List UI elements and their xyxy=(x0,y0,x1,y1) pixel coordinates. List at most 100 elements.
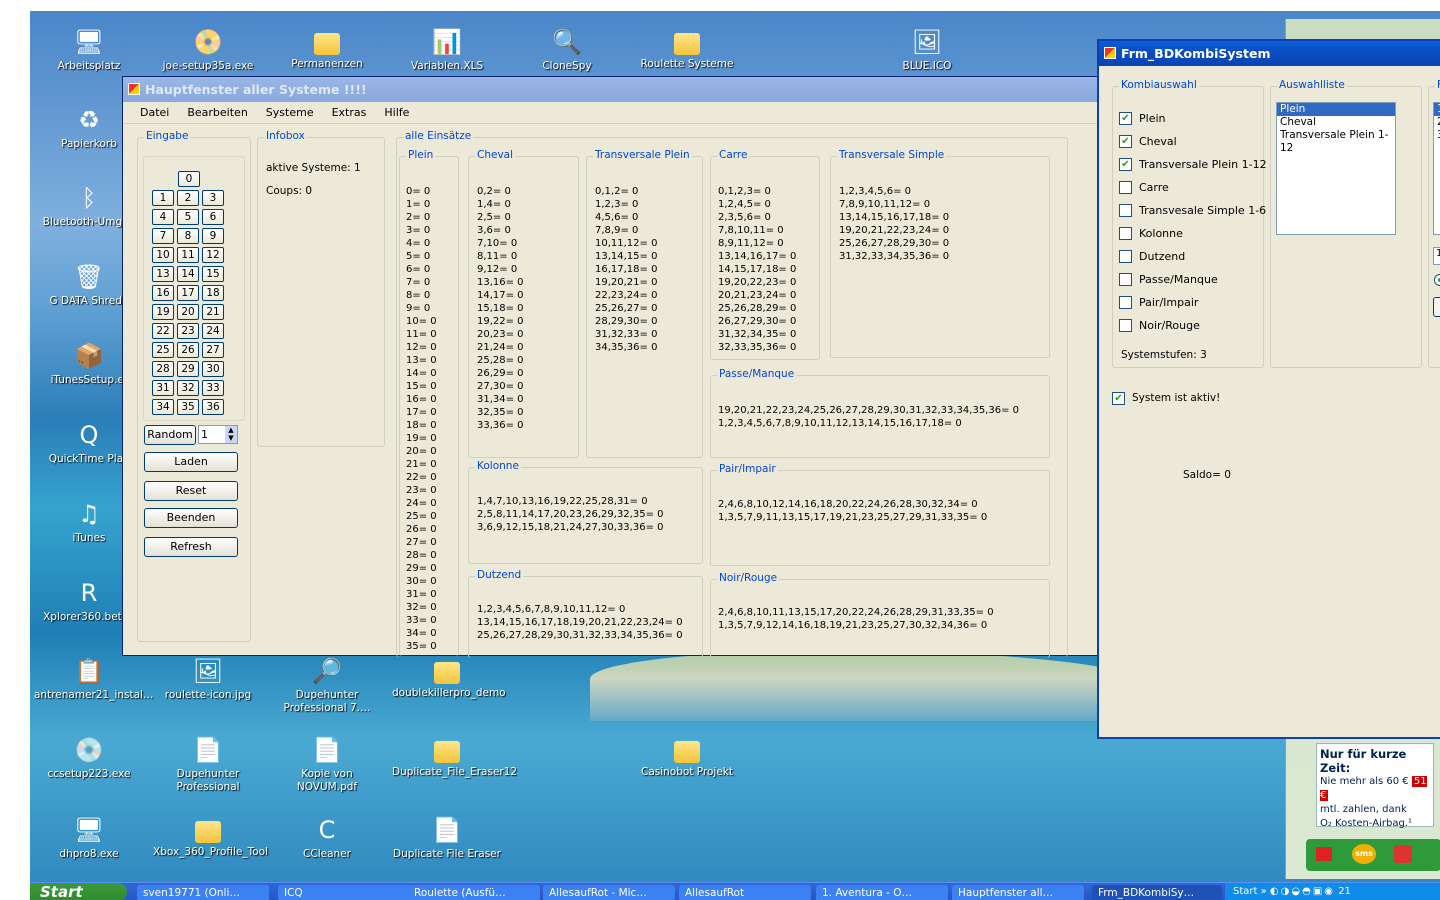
number-button-14[interactable]: 14 xyxy=(177,266,199,282)
spinner-arrows-icon[interactable]: ▲ ▼ xyxy=(225,426,237,443)
kombi-checkbox-carre[interactable]: Carre xyxy=(1119,179,1169,195)
taskbar-button[interactable]: Roulette (Ausfü… xyxy=(408,885,540,900)
menu-item-hilfe[interactable]: Hilfe xyxy=(375,106,418,119)
menu-item-extras[interactable]: Extras xyxy=(323,106,376,119)
desktop-icon[interactable]: 📄 Dupehunter Professional xyxy=(153,735,263,794)
kombi-checkbox-noir-rouge[interactable]: Noir/Rouge xyxy=(1119,317,1200,333)
auswahl-item[interactable]: Transversale Plein 1-12 xyxy=(1277,129,1395,155)
number-button-20[interactable]: 20 xyxy=(177,304,199,320)
taskbar-button[interactable]: 1. Aventura - O… xyxy=(816,885,948,900)
auswahl-item[interactable]: Cheval xyxy=(1277,116,1395,129)
taskbar-button[interactable]: AllesaufRot xyxy=(679,885,811,900)
number-button-28[interactable]: 28 xyxy=(152,361,174,377)
desktop-icon[interactable]: doublekillerpro_demo xyxy=(392,656,506,700)
desktop-icon[interactable]: 🖼 roulette-icon.jpg xyxy=(153,656,263,702)
kombi-checkbox-dutzend[interactable]: Dutzend xyxy=(1119,248,1185,264)
number-button-32[interactable]: 32 xyxy=(177,380,199,396)
kombi-checkbox-passe-manque[interactable]: Passe/Manque xyxy=(1119,271,1218,287)
number-button-2[interactable]: 2 xyxy=(177,190,199,206)
desktop-icon[interactable]: 💿 ccsetup223.exe xyxy=(34,735,144,781)
number-button-15[interactable]: 15 xyxy=(202,266,224,282)
number-button-35[interactable]: 35 xyxy=(177,399,199,415)
flag-icon[interactable] xyxy=(1316,847,1332,861)
partial-button[interactable] xyxy=(1433,297,1440,317)
taskbar-button[interactable]: Frm_BDKombiSy… xyxy=(1092,885,1222,900)
number-button-9[interactable]: 9 xyxy=(202,228,224,244)
number-button-6[interactable]: 6 xyxy=(202,209,224,225)
number-button-22[interactable]: 22 xyxy=(152,323,174,339)
number-button-33[interactable]: 33 xyxy=(202,380,224,396)
desktop-icon[interactable]: Duplicate_File_Eraser12 xyxy=(392,735,517,779)
start-button[interactable]: Start xyxy=(30,883,127,900)
system-aktiv-checkbox[interactable]: ✔ System ist aktiv! xyxy=(1112,390,1220,406)
number-button-17[interactable]: 17 xyxy=(177,285,199,301)
random-button[interactable]: Random xyxy=(144,425,196,445)
partial-item[interactable]: 1 xyxy=(1434,103,1440,116)
desktop-icon[interactable]: 📄 Duplicate File Eraser xyxy=(392,815,502,861)
desktop-icon[interactable]: C CCleaner xyxy=(272,815,382,861)
auswahl-item[interactable]: Plein xyxy=(1277,103,1395,116)
laden-button[interactable]: Laden xyxy=(144,452,238,472)
number-button-34[interactable]: 34 xyxy=(152,399,174,415)
sms-icon[interactable]: sms xyxy=(1352,844,1376,864)
kombi-checkbox-plein[interactable]: ✔ Plein xyxy=(1119,110,1166,126)
number-button-10[interactable]: 10 xyxy=(152,247,174,263)
number-button-4[interactable]: 4 xyxy=(152,209,174,225)
random-count-spinner[interactable]: 1 ▲ ▼ xyxy=(198,425,238,444)
number-button-16[interactable]: 16 xyxy=(152,285,174,301)
desktop-icon[interactable]: Casinobot Projekt xyxy=(632,735,742,779)
menu-item-datei[interactable]: Datei xyxy=(131,106,178,119)
partial-listbox[interactable]: 123 xyxy=(1433,102,1440,235)
number-button-23[interactable]: 23 xyxy=(177,323,199,339)
tray-icons[interactable]: ◐◑◒◓▣◉ xyxy=(1270,886,1335,897)
taskbar-button[interactable]: AllesaufRot - Mic… xyxy=(543,885,675,900)
kombi-checkbox-pair-impair[interactable]: Pair/Impair xyxy=(1119,294,1198,310)
number-button-30[interactable]: 30 xyxy=(202,361,224,377)
number-button-0[interactable]: 0 xyxy=(178,171,200,187)
main-titlebar[interactable]: Hauptfenster aller Systeme !!!! xyxy=(123,77,1121,102)
number-button-1[interactable]: 1 xyxy=(152,190,174,206)
desktop-icon[interactable]: 🖥 Arbeitsplatz xyxy=(34,27,144,73)
number-button-26[interactable]: 26 xyxy=(177,342,199,358)
kombi-titlebar[interactable]: Frm_BDKombiSystem xyxy=(1099,41,1440,66)
number-button-24[interactable]: 24 xyxy=(202,323,224,339)
gift-icon[interactable] xyxy=(1394,845,1412,863)
number-button-29[interactable]: 29 xyxy=(177,361,199,377)
number-button-12[interactable]: 12 xyxy=(202,247,224,263)
number-button-7[interactable]: 7 xyxy=(152,228,174,244)
desktop-icon[interactable]: 📊 Variablen.XLS xyxy=(392,27,502,73)
number-button-25[interactable]: 25 xyxy=(152,342,174,358)
partial-item[interactable]: 2 xyxy=(1434,116,1440,129)
desktop-icon[interactable]: Permanenzen xyxy=(272,27,382,71)
desktop-icon[interactable]: Xbox_360_Profile_Tool xyxy=(153,815,268,859)
partial-radio[interactable] xyxy=(1434,274,1440,286)
number-button-5[interactable]: 5 xyxy=(177,209,199,225)
number-button-31[interactable]: 31 xyxy=(152,380,174,396)
desktop-icon[interactable]: 🖥 dhpro8.exe xyxy=(34,815,144,861)
number-button-3[interactable]: 3 xyxy=(202,190,224,206)
kombi-checkbox-transversale-plein-1-12[interactable]: ✔ Transversale Plein 1-12 xyxy=(1119,156,1267,172)
refresh-button[interactable]: Refresh xyxy=(144,537,238,557)
partial-spinner[interactable]: 1 xyxy=(1433,247,1440,265)
desktop-icon[interactable]: 📀 joe-setup35a.exe xyxy=(153,27,263,73)
taskbar-button[interactable]: sven19771 (Onli… xyxy=(137,885,269,900)
desktop-icon[interactable]: 🔍 CloneSpy xyxy=(512,27,622,73)
number-button-8[interactable]: 8 xyxy=(177,228,199,244)
number-button-36[interactable]: 36 xyxy=(202,399,224,415)
menu-item-bearbeiten[interactable]: Bearbeiten xyxy=(178,106,256,119)
taskbar-button[interactable]: Hauptfenster all… xyxy=(952,885,1084,900)
menu-item-systeme[interactable]: Systeme xyxy=(257,106,323,119)
ad-box[interactable]: Nur für kurze Zeit: Nie mehr als 60 € 51… xyxy=(1316,743,1434,829)
auswahl-listbox[interactable]: Plein Cheval Transversale Plein 1-12 xyxy=(1276,102,1396,235)
number-button-21[interactable]: 21 xyxy=(202,304,224,320)
partial-item[interactable]: 3 xyxy=(1434,129,1440,142)
kombi-checkbox-cheval[interactable]: ✔ Cheval xyxy=(1119,133,1177,149)
number-button-13[interactable]: 13 xyxy=(152,266,174,282)
number-button-27[interactable]: 27 xyxy=(202,342,224,358)
beenden-button[interactable]: Beenden xyxy=(144,508,238,528)
kombi-checkbox-kolonne[interactable]: Kolonne xyxy=(1119,225,1183,241)
desktop-icon[interactable]: 🖼 BLUE.ICO xyxy=(872,27,982,73)
taskbar-button[interactable]: ICQ xyxy=(278,885,410,900)
desktop-icon[interactable]: 📋 antrenamer21_instal… xyxy=(34,656,153,702)
number-button-19[interactable]: 19 xyxy=(152,304,174,320)
